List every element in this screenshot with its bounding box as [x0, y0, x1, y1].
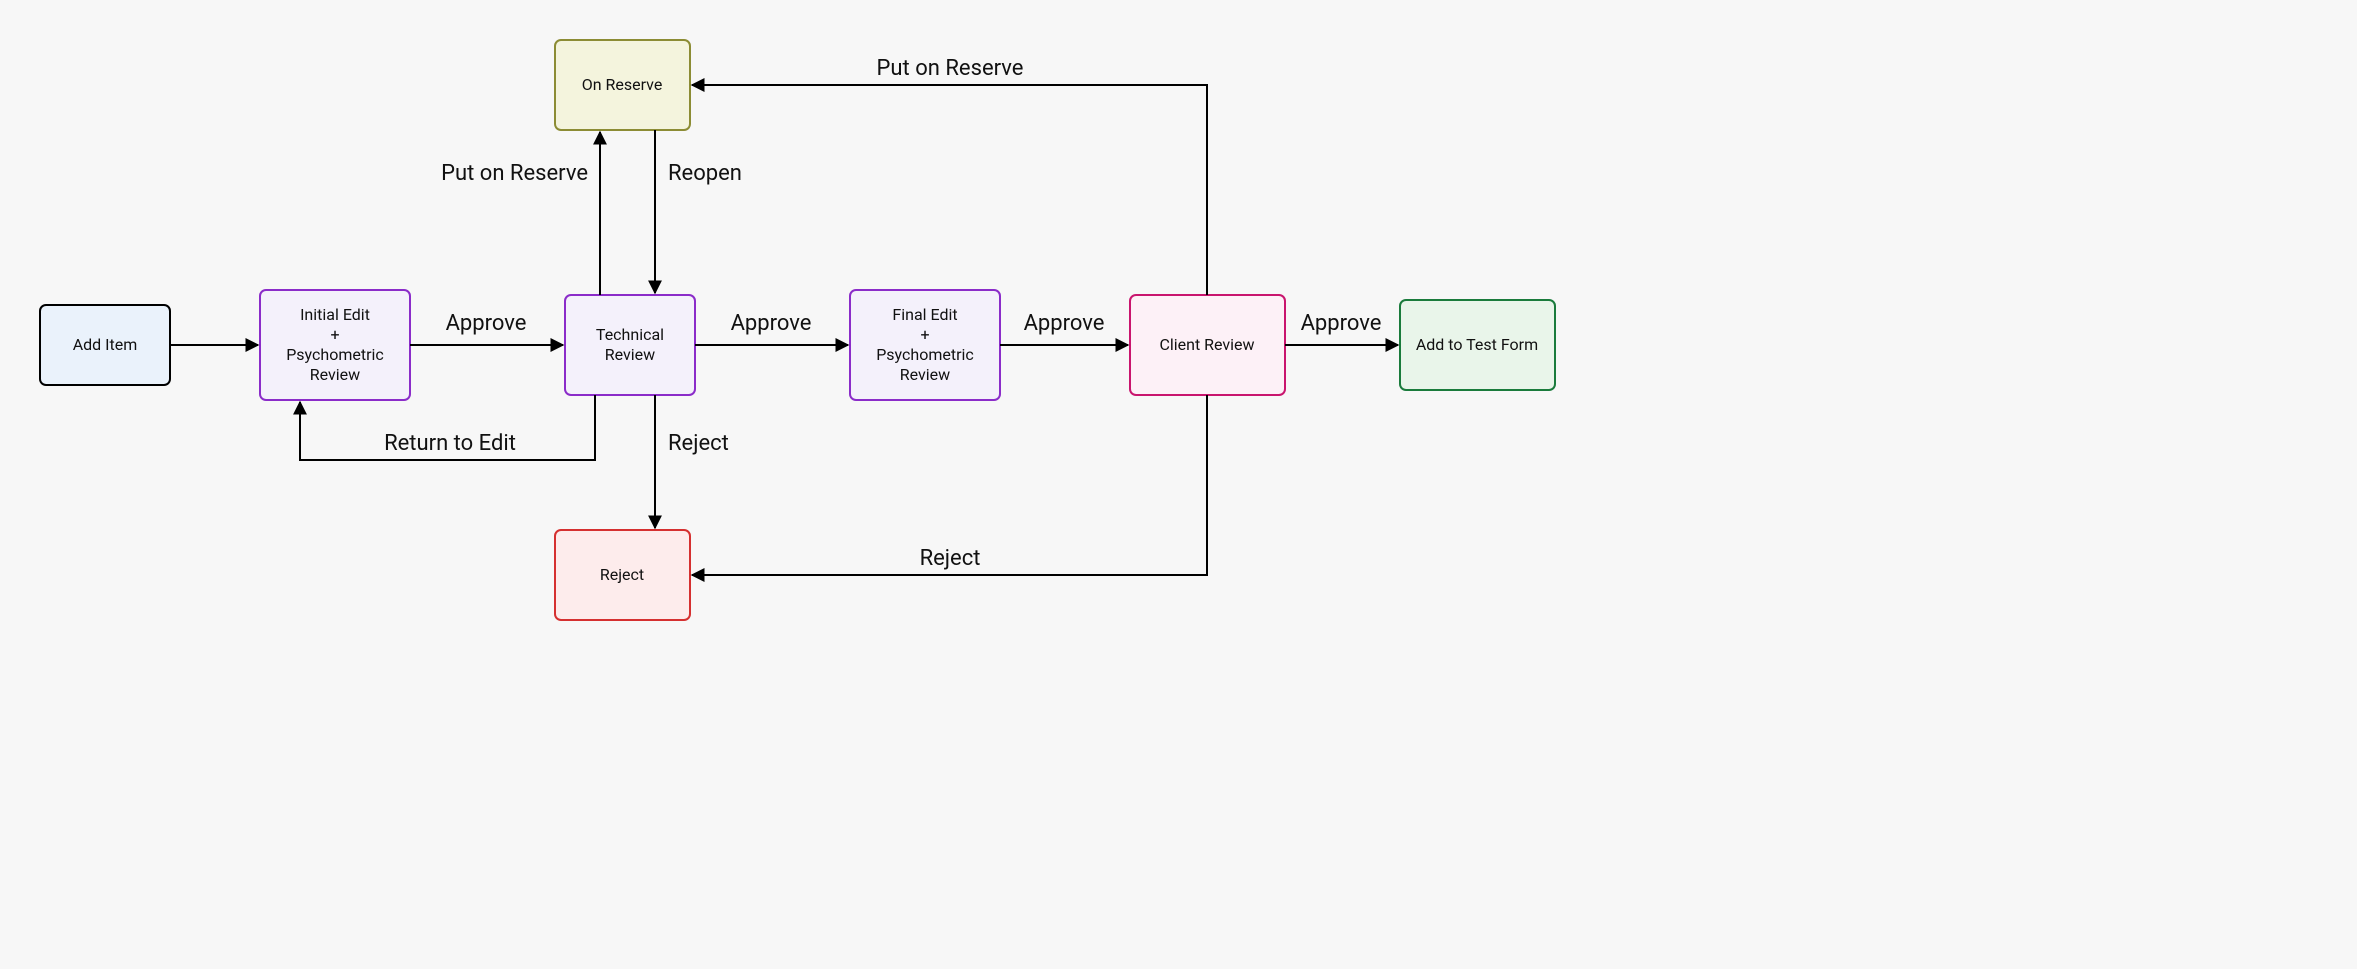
node-add-to-test-form-label: Add to Test Form	[1416, 335, 1538, 354]
edge-initial-to-tech: Approve	[410, 311, 563, 345]
edge-tech-to-final: Approve	[695, 311, 848, 345]
workflow-diagram: Add Item Initial Edit+PsychometricReview…	[0, 0, 2357, 969]
node-add-item: Add Item	[40, 305, 170, 385]
edge-reserve-to-tech: Reopen	[655, 130, 742, 293]
edge-tech-to-initial-label: Return to Edit	[384, 431, 516, 456]
node-reject: Reject	[555, 530, 690, 620]
edge-tech-to-initial: Return to Edit	[300, 395, 595, 460]
edge-client-to-testform-label: Approve	[1301, 311, 1382, 336]
node-client-review: Client Review	[1130, 295, 1285, 395]
edge-client-to-reject-label: Reject	[920, 546, 981, 571]
node-final-edit: Final Edit+PsychometricReview	[850, 290, 1000, 400]
node-technical-review-label: TechnicalReview	[596, 325, 664, 364]
node-add-item-label: Add Item	[73, 335, 138, 354]
edge-initial-to-tech-label: Approve	[446, 311, 527, 336]
edge-tech-to-reject: Reject	[655, 395, 729, 528]
node-on-reserve-label: On Reserve	[582, 75, 663, 94]
edge-tech-to-final-label: Approve	[731, 311, 812, 336]
node-on-reserve: On Reserve	[555, 40, 690, 130]
edge-tech-to-reserve: Put on Reserve	[441, 132, 600, 295]
node-initial-edit: Initial Edit+PsychometricReview	[260, 290, 410, 400]
edge-tech-to-reject-label: Reject	[668, 431, 729, 456]
edge-client-to-reject: Reject	[692, 395, 1207, 575]
edge-client-to-testform: Approve	[1285, 311, 1398, 345]
node-client-review-label: Client Review	[1159, 335, 1254, 354]
edge-final-to-client-label: Approve	[1024, 311, 1105, 336]
node-add-to-test-form: Add to Test Form	[1400, 300, 1555, 390]
edge-client-to-reserve: Put on Reserve	[692, 56, 1207, 295]
edge-reserve-to-tech-label: Reopen	[668, 161, 742, 186]
edge-final-to-client: Approve	[1000, 311, 1128, 345]
edge-client-to-reserve-label: Put on Reserve	[877, 56, 1024, 81]
node-reject-label: Reject	[600, 565, 644, 584]
edge-tech-to-reserve-label: Put on Reserve	[441, 161, 588, 186]
node-technical-review: TechnicalReview	[565, 295, 695, 395]
